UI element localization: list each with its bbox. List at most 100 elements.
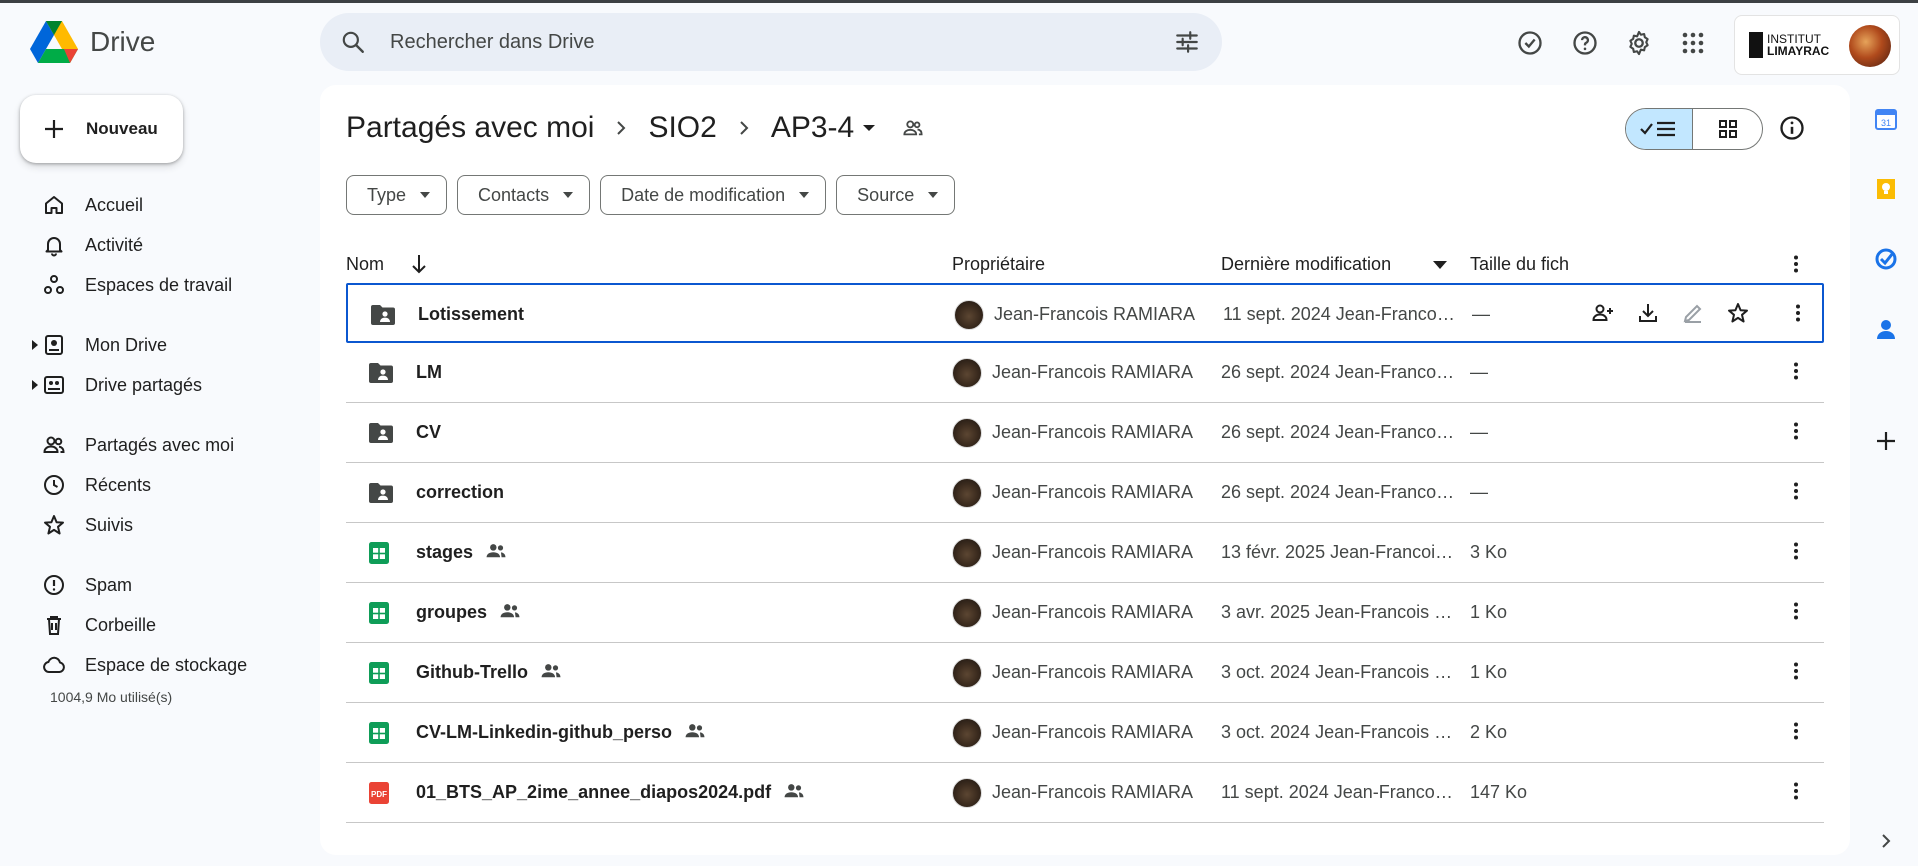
sidebar-item-recent[interactable]: Récents — [0, 465, 300, 505]
owner-name: Jean-Francois RAMIARA — [992, 422, 1194, 442]
share-person-add-icon[interactable] — [1580, 301, 1625, 325]
table-row[interactable]: CV Jean-Francois RAMIARA 26 sept. 2024 Jea… — [346, 403, 1824, 463]
calendar-icon[interactable]: 31 — [1872, 105, 1900, 133]
breadcrumb-item-sio2[interactable]: SIO2 — [648, 111, 716, 145]
caret-down-icon — [928, 192, 939, 198]
sidebar-item-shared-with-me[interactable]: Partagés avec moi — [0, 425, 300, 465]
table-row[interactable]: LM Jean-Francois RAMIARA 26 sept. 2024 Jea… — [346, 343, 1824, 403]
user-avatar[interactable] — [1849, 25, 1891, 67]
sidebar-item-workspaces[interactable]: Espaces de travail — [0, 265, 300, 305]
add-addon-icon[interactable] — [1872, 427, 1900, 455]
contacts-icon[interactable] — [1872, 315, 1900, 343]
apps-grid-icon[interactable] — [1675, 25, 1711, 61]
spam-icon — [42, 573, 66, 597]
file-name[interactable]: Github-Trello — [416, 662, 528, 683]
file-name[interactable]: stages — [416, 542, 473, 563]
sidebar-item-storage[interactable]: Espace de stockage — [0, 645, 300, 685]
breadcrumb-item-shared-with-me[interactable]: Partagés avec moi — [346, 111, 594, 145]
search-bar[interactable]: Rechercher dans Drive — [320, 13, 1222, 71]
table-row[interactable]: groupes Jean-Francois RAMIARA 3 avr. 2025 … — [346, 583, 1824, 643]
file-name[interactable]: correction — [416, 482, 504, 503]
modified-date: 3 avr. 2025 Jean-Francois RAMIARA — [1221, 602, 1456, 622]
sidebar-item-activity[interactable]: Activité — [0, 225, 300, 265]
cloud-icon — [42, 653, 66, 677]
caret-down-icon[interactable] — [862, 123, 876, 133]
people-icon[interactable] — [902, 118, 924, 138]
more-vert-icon[interactable] — [1786, 361, 1806, 381]
tasks-icon[interactable] — [1872, 245, 1900, 273]
owner-name: Jean-Francois RAMIARA — [994, 304, 1196, 324]
more-vert-icon[interactable] — [1786, 254, 1806, 274]
breadcrumb-item-current-folder[interactable]: AP3-4 — [771, 111, 854, 145]
filter-type[interactable]: Type — [346, 175, 448, 215]
sidebar-item-trash[interactable]: Corbeille — [0, 605, 300, 645]
column-header-owner[interactable]: Propriétaire — [952, 254, 1045, 275]
shared-folder-icon — [368, 361, 393, 385]
file-name[interactable]: CV-LM-Linkedin-github_perso — [416, 722, 672, 743]
more-vert-icon[interactable] — [1786, 541, 1806, 561]
sidebar-item-label: Accueil — [85, 195, 144, 215]
account-switcher[interactable]: INSTITUT LIMAYRAC — [1734, 15, 1900, 75]
shared-folder-icon — [368, 421, 393, 445]
filter-source[interactable]: Source — [836, 175, 956, 215]
grid-view-button[interactable] — [1693, 109, 1762, 149]
sidebar-item-my-drive[interactable]: Mon Drive — [0, 325, 300, 365]
offline-ready-icon[interactable] — [1512, 25, 1548, 61]
drive-logo[interactable]: Drive — [30, 21, 155, 63]
more-vert-icon[interactable] — [1786, 481, 1806, 501]
search-input[interactable]: Rechercher dans Drive — [390, 31, 595, 54]
table-row[interactable]: stages Jean-Francois RAMIARA 13 févr. 2025… — [346, 523, 1824, 583]
view-toggle[interactable] — [1625, 108, 1763, 150]
column-header-size[interactable]: Taille du fich — [1470, 254, 1569, 275]
info-icon[interactable] — [1778, 114, 1806, 142]
more-vert-icon[interactable] — [1786, 661, 1806, 681]
new-button[interactable]: Nouveau — [20, 95, 183, 163]
bell-icon — [42, 233, 66, 257]
table-row[interactable]: Lotissement Jean-Francois RAMIARA 11 sept.… — [346, 283, 1824, 343]
table-row[interactable]: CV-LM-Linkedin-github_perso Jean-Francois… — [346, 703, 1824, 763]
storage-usage-text: 1004,9 Mo utilisé(s) — [50, 689, 173, 705]
expand-caret-icon[interactable] — [30, 379, 40, 391]
table-row[interactable]: PDF 01_BTS_AP_2ime_annee_diapos2024.pdf Je… — [346, 763, 1824, 823]
list-view-button[interactable] — [1626, 109, 1694, 149]
file-size: — — [1470, 482, 1488, 502]
caret-down-icon[interactable] — [1433, 261, 1447, 269]
sidebar-item-spam[interactable]: Spam — [0, 565, 300, 605]
rename-pencil-icon[interactable] — [1670, 301, 1715, 325]
more-vert-icon[interactable] — [1786, 601, 1806, 621]
sidebar-item-shared-drives[interactable]: Drive partagés — [0, 365, 300, 405]
sidebar-item-starred[interactable]: Suivis — [0, 505, 300, 545]
keep-icon[interactable] — [1872, 175, 1900, 203]
more-vert-icon[interactable] — [1786, 421, 1806, 441]
file-name[interactable]: Lotissement — [418, 304, 524, 325]
expand-caret-icon[interactable] — [30, 339, 40, 351]
owner-name: Jean-Francois RAMIARA — [992, 542, 1194, 562]
filter-contacts[interactable]: Contacts — [457, 175, 591, 215]
sort-arrow-down-icon[interactable] — [410, 253, 428, 275]
sidebar-item-home[interactable]: Accueil — [0, 185, 300, 225]
search-icon[interactable] — [340, 29, 366, 55]
more-vert-icon[interactable] — [1788, 303, 1808, 323]
more-vert-icon[interactable] — [1786, 781, 1806, 801]
download-icon[interactable] — [1625, 301, 1670, 325]
filter-modified-date[interactable]: Date de modification — [600, 175, 827, 215]
file-name[interactable]: groupes — [416, 602, 487, 623]
chevron-right-icon[interactable] — [1872, 827, 1900, 855]
shared-people-icon — [783, 782, 805, 800]
column-header-modified[interactable]: Dernière modification — [1221, 254, 1391, 275]
help-icon[interactable] — [1567, 25, 1603, 61]
modified-date: 26 sept. 2024 Jean-Francois RAMIARA — [1221, 362, 1456, 382]
chevron-right-icon — [614, 119, 628, 137]
file-name[interactable]: CV — [416, 422, 441, 443]
table-row[interactable]: Github-Trello Jean-Francois RAMIARA 3 oct.… — [346, 643, 1824, 703]
table-row[interactable]: correction Jean-Francois RAMIARA 26 sept. … — [346, 463, 1824, 523]
file-name[interactable]: 01_BTS_AP_2ime_annee_diapos2024.pdf — [416, 782, 771, 803]
sidebar-item-label: Drive partagés — [85, 375, 203, 395]
file-name[interactable]: LM — [416, 362, 442, 383]
column-header-name[interactable]: Nom — [346, 254, 384, 275]
more-vert-icon[interactable] — [1786, 721, 1806, 741]
star-icon[interactable] — [1715, 301, 1760, 325]
search-options-icon[interactable] — [1174, 29, 1200, 55]
settings-gear-icon[interactable] — [1621, 25, 1657, 61]
institution-logo: INSTITUT LIMAYRAC — [1749, 32, 1829, 58]
